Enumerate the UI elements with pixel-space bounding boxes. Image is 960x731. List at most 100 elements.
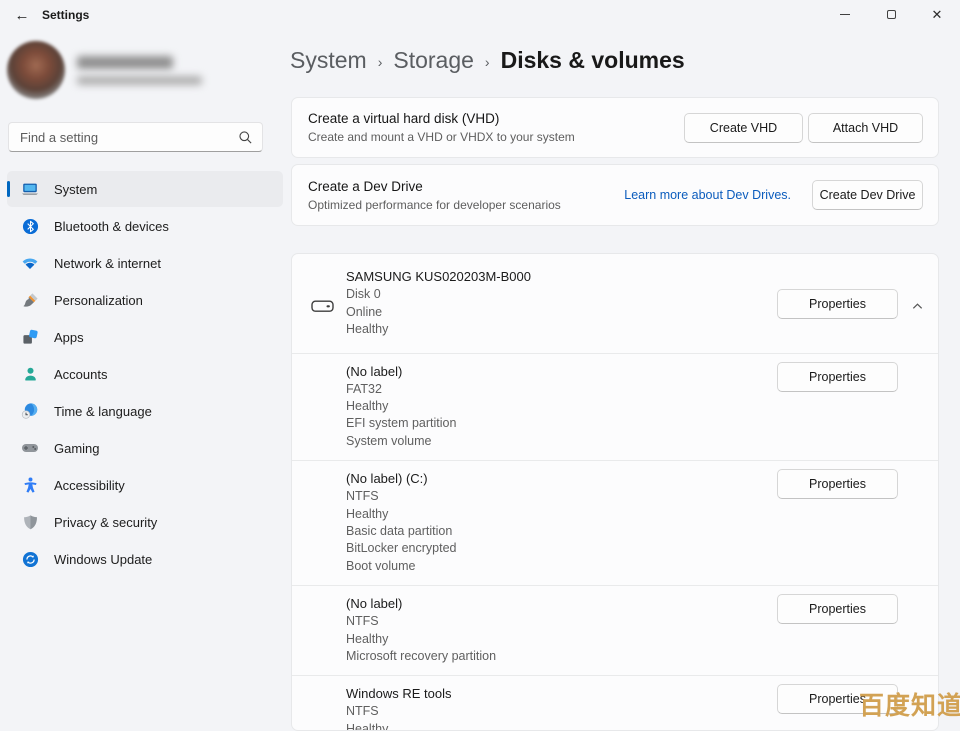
sidebar-item-label: Privacy & security [54, 515, 157, 530]
disk-drive-icon [311, 297, 334, 315]
wifi-icon [21, 254, 39, 272]
user-profile[interactable] [7, 41, 202, 101]
minimize-button[interactable] [822, 0, 868, 29]
search-box [8, 122, 263, 152]
accessibility-person-icon [21, 476, 39, 494]
sidebar-item-accounts[interactable]: Accounts [7, 356, 283, 392]
search-input[interactable] [9, 123, 262, 151]
back-arrow-icon: ← [15, 7, 30, 24]
breadcrumb-storage[interactable]: Storage [393, 47, 474, 74]
profile-name-blurred [77, 56, 173, 69]
sidebar-item-system[interactable]: System [7, 171, 283, 207]
bluetooth-icon [21, 217, 39, 235]
volume-detail: BitLocker encrypted [346, 540, 788, 557]
breadcrumb-separator-icon: › [485, 54, 490, 70]
update-refresh-icon [21, 550, 39, 568]
apps-icon [21, 328, 39, 346]
profile-text-redacted [77, 41, 202, 101]
disk-detail: Online [346, 304, 788, 322]
volume-row: (No label) NTFS Healthy Microsoft recove… [292, 585, 938, 675]
disk-row: SAMSUNG KUS020203M-B000 Disk 0 Online He… [292, 254, 938, 353]
sidebar-item-label: Gaming [54, 441, 100, 456]
collapse-chevron-button[interactable] [907, 297, 927, 315]
maximize-button[interactable] [868, 0, 914, 29]
sidebar-item-label: System [54, 182, 97, 197]
create-dev-drive-button[interactable]: Create Dev Drive [812, 180, 923, 210]
chevron-up-icon [911, 300, 924, 313]
sidebar-item-bluetooth[interactable]: Bluetooth & devices [7, 208, 283, 244]
sidebar-item-label: Network & internet [54, 256, 161, 271]
watermark-baidu-zhidao: 百度知道 [859, 686, 960, 722]
sidebar-item-network[interactable]: Network & internet [7, 245, 283, 281]
back-button[interactable]: ← [8, 2, 36, 28]
sidebar-item-privacy[interactable]: Privacy & security [7, 504, 283, 540]
volume-properties-button[interactable]: Properties [777, 594, 898, 624]
profile-email-blurred [77, 76, 202, 85]
sidebar-item-personalization[interactable]: Personalization [7, 282, 283, 318]
titlebar: ← Settings ✕ [0, 0, 960, 30]
volume-detail: Healthy [346, 506, 788, 523]
page-title: Disks & volumes [501, 47, 685, 74]
volume-detail: FAT32 [346, 381, 788, 398]
close-button[interactable]: ✕ [914, 0, 960, 29]
vhd-card-text: Create a virtual hard disk (VHD) Create … [308, 111, 575, 144]
volume-detail: Microsoft recovery partition [346, 648, 788, 665]
dev-drive-card: Create a Dev Drive Optimized performance… [291, 164, 939, 226]
volume-row: (No label) FAT32 Healthy EFI system part… [292, 353, 938, 461]
dev-drive-card-text: Create a Dev Drive Optimized performance… [308, 179, 561, 212]
sidebar-item-apps[interactable]: Apps [7, 319, 283, 355]
volume-detail: Healthy [346, 721, 788, 731]
attach-vhd-button[interactable]: Attach VHD [808, 113, 923, 143]
volume-properties-button[interactable]: Properties [777, 469, 898, 499]
volume-detail: System volume [346, 433, 788, 450]
close-icon: ✕ [932, 8, 943, 21]
volume-detail: NTFS [346, 488, 788, 505]
sidebar-item-label: Personalization [54, 293, 143, 308]
breadcrumb-separator-icon: › [378, 54, 383, 70]
dev-drive-card-title: Create a Dev Drive [308, 179, 561, 194]
volume-detail: EFI system partition [346, 415, 788, 432]
sidebar-item-windows-update[interactable]: Windows Update [7, 541, 283, 577]
volume-row: Windows RE tools NTFS Healthy Properties [292, 675, 938, 731]
volume-properties-button[interactable]: Properties [777, 362, 898, 392]
volume-title: (No label) [346, 595, 788, 613]
vhd-card-subtitle: Create and mount a VHD or VHDX to your s… [308, 130, 575, 144]
volume-detail: NTFS [346, 613, 788, 630]
disk-detail: Healthy [346, 321, 788, 339]
search-icon [238, 130, 253, 145]
sidebar-item-time-language[interactable]: Time & language [7, 393, 283, 429]
sidebar-item-label: Accessibility [54, 478, 125, 493]
vhd-card-title: Create a virtual hard disk (VHD) [308, 111, 575, 126]
disk-properties-button[interactable]: Properties [777, 289, 898, 319]
create-vhd-button[interactable]: Create VHD [684, 113, 803, 143]
avatar [7, 41, 65, 99]
brush-icon [21, 291, 39, 309]
sidebar-nav: System Bluetooth & devices Network & int… [4, 170, 286, 578]
breadcrumb-system[interactable]: System [290, 47, 367, 74]
volume-detail: Basic data partition [346, 523, 788, 540]
sidebar-item-label: Accounts [54, 367, 107, 382]
volume-title: (No label) [346, 363, 788, 381]
volume-detail: Healthy [346, 398, 788, 415]
volume-detail: Boot volume [346, 558, 788, 575]
disk-list-card: SAMSUNG KUS020203M-B000 Disk 0 Online He… [291, 253, 939, 731]
shield-icon [21, 513, 39, 531]
sidebar-item-label: Bluetooth & devices [54, 219, 169, 234]
sidebar-item-gaming[interactable]: Gaming [7, 430, 283, 466]
dev-drive-card-subtitle: Optimized performance for developer scen… [308, 198, 561, 212]
volume-detail: NTFS [346, 703, 788, 720]
dev-drive-learn-more-link[interactable]: Learn more about Dev Drives. [624, 188, 791, 202]
window-controls: ✕ [822, 0, 960, 29]
disk-name: SAMSUNG KUS020203M-B000 [346, 268, 788, 286]
sidebar-item-label: Windows Update [54, 552, 152, 567]
sidebar-item-accessibility[interactable]: Accessibility [7, 467, 283, 503]
sidebar-item-label: Apps [54, 330, 84, 345]
breadcrumb: System › Storage › Disks & volumes [290, 47, 685, 74]
volume-title: (No label) (C:) [346, 470, 788, 488]
disk-detail: Disk 0 [346, 286, 788, 304]
volume-detail: Healthy [346, 631, 788, 648]
main-content: System › Storage › Disks & volumes Creat… [290, 30, 960, 722]
globe-clock-icon [21, 402, 39, 420]
sidebar-item-label: Time & language [54, 404, 152, 419]
system-icon [21, 180, 39, 198]
